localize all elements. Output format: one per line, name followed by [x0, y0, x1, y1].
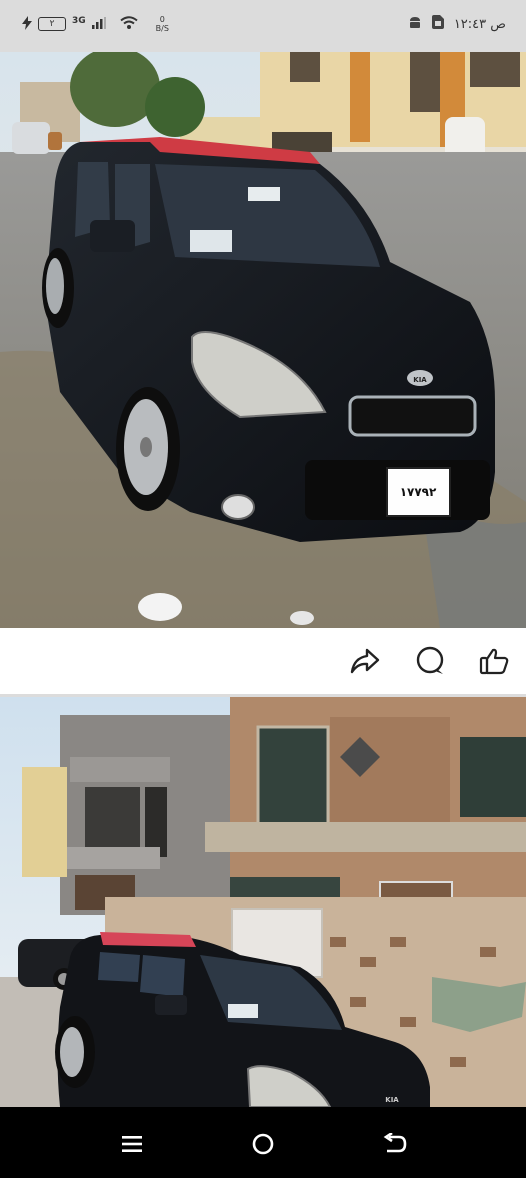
post-photo-1[interactable]: ١٧٧٩٢ KIA	[0, 52, 526, 628]
brand-logo-1: KIA	[413, 376, 427, 384]
battery-icon: ٢	[38, 17, 66, 31]
photo-1-image: ١٧٧٩٢ KIA	[0, 52, 526, 628]
brand-logo-2: KIA	[385, 1096, 399, 1104]
thumbs-up-icon[interactable]	[477, 644, 511, 678]
license-plate-text: ١٧٧٩٢	[400, 485, 437, 499]
android-icon	[408, 15, 422, 33]
battery-level: ٢	[49, 18, 55, 29]
wifi-icon	[120, 15, 138, 33]
clock: ص ١٢:٤٣	[454, 17, 506, 32]
sim-icon	[431, 15, 444, 33]
status-right: ص ١٢:٤٣	[408, 15, 506, 33]
comment-icon[interactable]	[413, 644, 447, 678]
net-speed-value: 0	[159, 15, 165, 24]
share-icon[interactable]	[348, 644, 382, 678]
post-photo-2[interactable]: KIA	[0, 697, 526, 1107]
am-pm: ص	[490, 16, 506, 32]
network-type: 3G	[72, 16, 86, 26]
net-speed: 0 B/S	[156, 15, 169, 33]
signal-icon	[91, 16, 106, 32]
system-nav-bar	[0, 1107, 526, 1178]
back-icon[interactable]	[378, 1127, 412, 1161]
charging-icon	[22, 15, 32, 33]
status-bar: ٢ 3G 0 B/S ص ١٢:٤٣	[0, 0, 526, 52]
post-action-bar	[0, 628, 526, 694]
net-speed-unit: B/S	[155, 24, 169, 33]
photo-2-image: KIA	[0, 697, 526, 1107]
menu-icon[interactable]	[115, 1127, 149, 1161]
home-circle-icon[interactable]	[246, 1127, 280, 1161]
time: ١٢:٤٣	[453, 16, 487, 32]
status-left: ٢ 3G 0 B/S	[22, 15, 169, 33]
